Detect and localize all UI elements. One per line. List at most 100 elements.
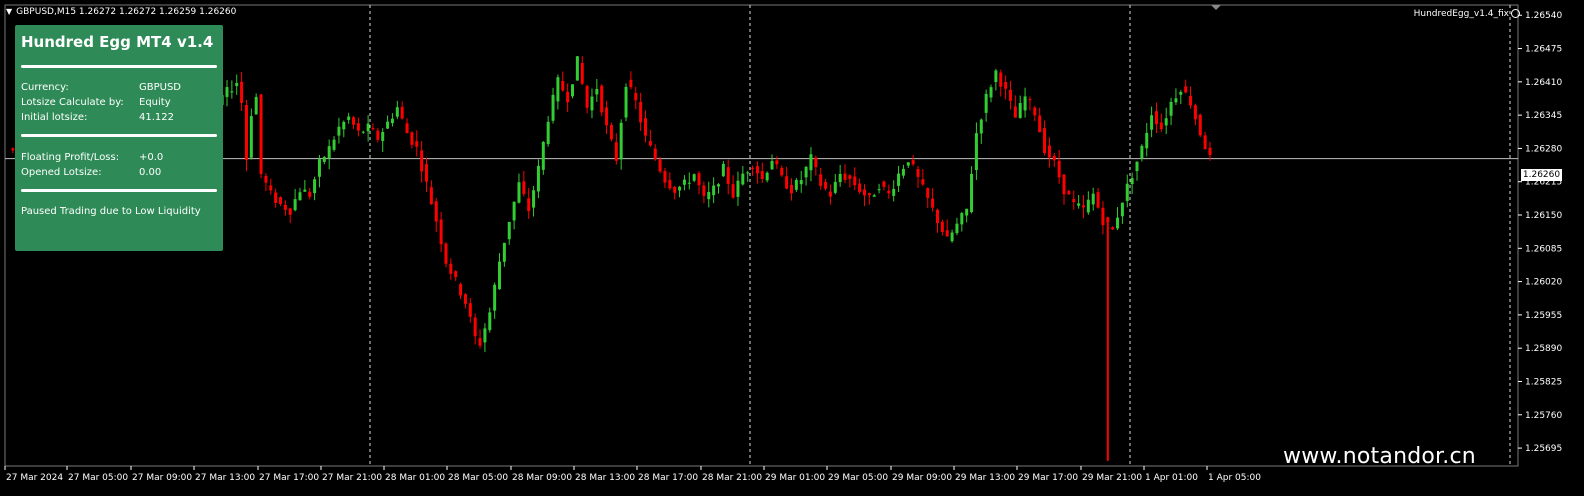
- x-tick-label: 29 Mar 09:00: [892, 473, 952, 483]
- candle-body: [707, 191, 711, 200]
- x-tick-label: 27 Mar 17:00: [259, 473, 319, 483]
- candle-body: [1145, 132, 1149, 149]
- candle-body: [1013, 106, 1017, 118]
- candle-body: [692, 174, 696, 181]
- candle-body: [887, 190, 891, 194]
- candle-body: [901, 168, 905, 176]
- expert-advisor-label[interactable]: HundredEgg_v1.4_fix: [1414, 9, 1520, 19]
- x-tick-label: 28 Mar 09:00: [512, 473, 572, 483]
- candle-body: [556, 77, 560, 102]
- candle-body: [682, 179, 686, 185]
- candle-body: [322, 157, 326, 162]
- panel-title: Hundred Egg MT4 v1.4: [21, 33, 214, 51]
- candle-body: [308, 191, 312, 197]
- price-chart[interactable]: 1.26540 1.26475 1.26410 1.26345 1.26280 1.262…: [0, 0, 1584, 496]
- candle-body: [1169, 101, 1173, 116]
- y-tick-label: 1.25825: [1525, 377, 1562, 387]
- candle-body: [770, 161, 774, 170]
- candle-body: [225, 87, 229, 97]
- candle-body: [862, 189, 866, 196]
- candle-body: [434, 201, 438, 222]
- candle-body: [303, 189, 307, 192]
- candle-body: [639, 101, 643, 123]
- candle-body: [619, 122, 623, 160]
- candle-body: [892, 188, 896, 196]
- info-row-lotsize-calc: Lotsize Calculate by: Equity: [21, 97, 171, 108]
- candle-body: [468, 303, 472, 317]
- candle-body: [400, 106, 404, 119]
- candle-body: [1077, 203, 1081, 206]
- candle-body: [1193, 105, 1197, 120]
- candle-body: [629, 79, 633, 88]
- x-tick-label: 27 Mar 13:00: [195, 473, 255, 483]
- dropdown-triangle-icon[interactable]: ▼: [6, 7, 12, 16]
- candle-body: [541, 141, 545, 170]
- candle-body: [313, 179, 317, 194]
- candle-body: [789, 184, 793, 194]
- candle-body: [1008, 89, 1012, 101]
- candle-body: [356, 123, 360, 131]
- candle-body: [712, 185, 716, 196]
- candle-body: [502, 242, 506, 262]
- candle-body: [775, 160, 779, 165]
- candle-body: [624, 86, 628, 118]
- candle-body: [298, 192, 302, 201]
- candle-body: [493, 284, 497, 311]
- chart-grid: [4, 4, 1519, 467]
- candle-body: [828, 191, 832, 197]
- symbol-header[interactable]: ▼ GBPUSD,M15 1.26272 1.26272 1.26259 1.26…: [6, 7, 236, 17]
- candle-body: [1101, 207, 1105, 226]
- candle-body: [804, 166, 808, 178]
- candle-body: [1038, 115, 1042, 133]
- candle-body: [931, 198, 935, 208]
- candle-body: [702, 185, 706, 196]
- candle-body: [872, 195, 876, 197]
- candle-body: [609, 125, 613, 140]
- candle-body: [1043, 128, 1047, 154]
- candle-body: [575, 56, 579, 81]
- candle-body: [590, 96, 594, 111]
- candle-body: [1179, 91, 1183, 95]
- candle-body: [459, 284, 463, 296]
- info-row-currency: Currency: GBPUSD: [21, 82, 182, 93]
- x-tick-label: 28 Mar 21:00: [702, 473, 762, 483]
- candle-body: [1047, 145, 1051, 158]
- candle-body: [1208, 147, 1212, 156]
- candle-body: [833, 181, 837, 193]
- candle-body: [1203, 135, 1207, 150]
- candle-body: [561, 81, 565, 91]
- candle-body: [726, 167, 730, 184]
- candle-body: [371, 128, 375, 130]
- candle-body: [999, 72, 1003, 87]
- price-axis[interactable]: 1.26540 1.26475 1.26410 1.26345 1.26280 1.262…: [1518, 11, 1562, 454]
- candle-body: [342, 121, 346, 130]
- candle-body: [478, 338, 482, 346]
- candle-body: [794, 179, 798, 190]
- candle-body: [721, 163, 725, 177]
- candle-body: [580, 63, 584, 84]
- candle-body: [916, 169, 920, 177]
- candle-body: [843, 173, 847, 180]
- candle-body: [551, 94, 555, 121]
- candle-body: [317, 159, 321, 177]
- candle-body: [230, 91, 234, 93]
- candle-body: [853, 176, 857, 186]
- candle-body: [1096, 192, 1100, 208]
- candle-body: [1018, 103, 1022, 118]
- candle-body: [420, 150, 424, 172]
- trading-status-message: Paused Trading due to Low Liquidity: [21, 206, 201, 217]
- y-tick-label: 1.26345: [1525, 111, 1562, 121]
- candle-body: [1057, 160, 1061, 178]
- candle-body: [444, 243, 448, 264]
- candle-body: [415, 141, 419, 147]
- candle-body: [1111, 227, 1115, 230]
- candle-body: [634, 93, 638, 101]
- candle-body: [352, 117, 356, 125]
- symbol-quote: GBPUSD,M15 1.26272 1.26272 1.26259 1.262…: [16, 7, 237, 17]
- candle-body: [970, 173, 974, 213]
- x-tick-label: 27 Mar 2024: [6, 473, 63, 483]
- candle-body: [405, 123, 409, 134]
- candle-body: [979, 119, 983, 134]
- shift-marker-icon[interactable]: [1211, 5, 1221, 10]
- time-axis[interactable]: 27 Mar 2024 27 Mar 05:00 27 Mar 09:00 27 Ma…: [4, 466, 1261, 483]
